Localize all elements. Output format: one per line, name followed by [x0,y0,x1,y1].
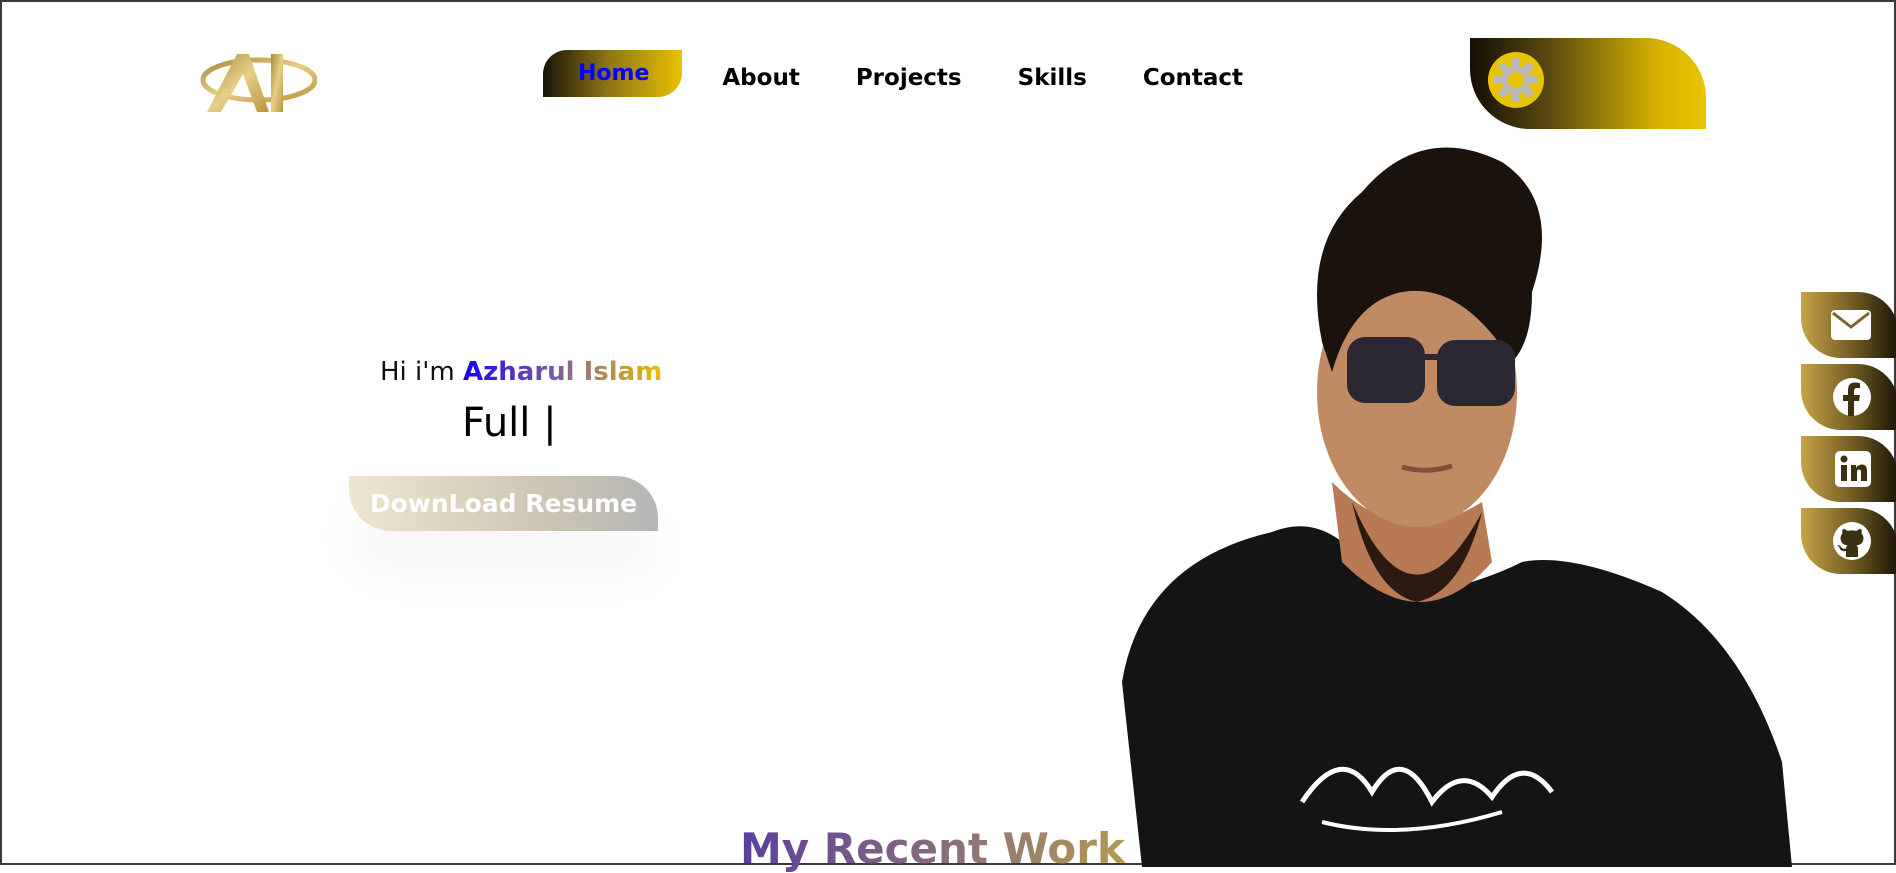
gear-icon [1494,58,1538,102]
nav-home[interactable]: Home [543,49,683,97]
facebook-icon [1833,378,1871,416]
hero-greeting: Hi i'm Azharul Islam [380,357,662,387]
profile-photo [1102,122,1792,867]
linkedin-icon [1835,451,1871,487]
nav-projects[interactable]: Projects [856,65,962,91]
main-nav: Home About Projects Skills Contact [543,49,1299,104]
hero-role-typed: Full | [462,400,557,446]
nav-about[interactable]: About [722,65,799,91]
download-resume-button[interactable]: DownLoad Resume [349,476,658,531]
github-icon [1833,522,1871,560]
email-link[interactable] [1801,292,1896,358]
nav-skills[interactable]: Skills [1018,65,1087,91]
site-logo[interactable] [197,46,318,118]
facebook-link[interactable] [1801,364,1896,430]
social-rail [1801,292,1896,580]
linkedin-link[interactable] [1801,436,1896,502]
nav-contact[interactable]: Contact [1143,65,1243,91]
github-link[interactable] [1801,508,1896,574]
logo-mark [200,54,318,112]
recent-work-title: My Recent Work [740,824,1125,873]
theme-toggle-button[interactable] [1488,52,1544,108]
envelope-icon [1831,310,1871,340]
greeting-prefix: Hi i'm [380,357,464,387]
hero-name: Azharul Islam [463,357,663,387]
